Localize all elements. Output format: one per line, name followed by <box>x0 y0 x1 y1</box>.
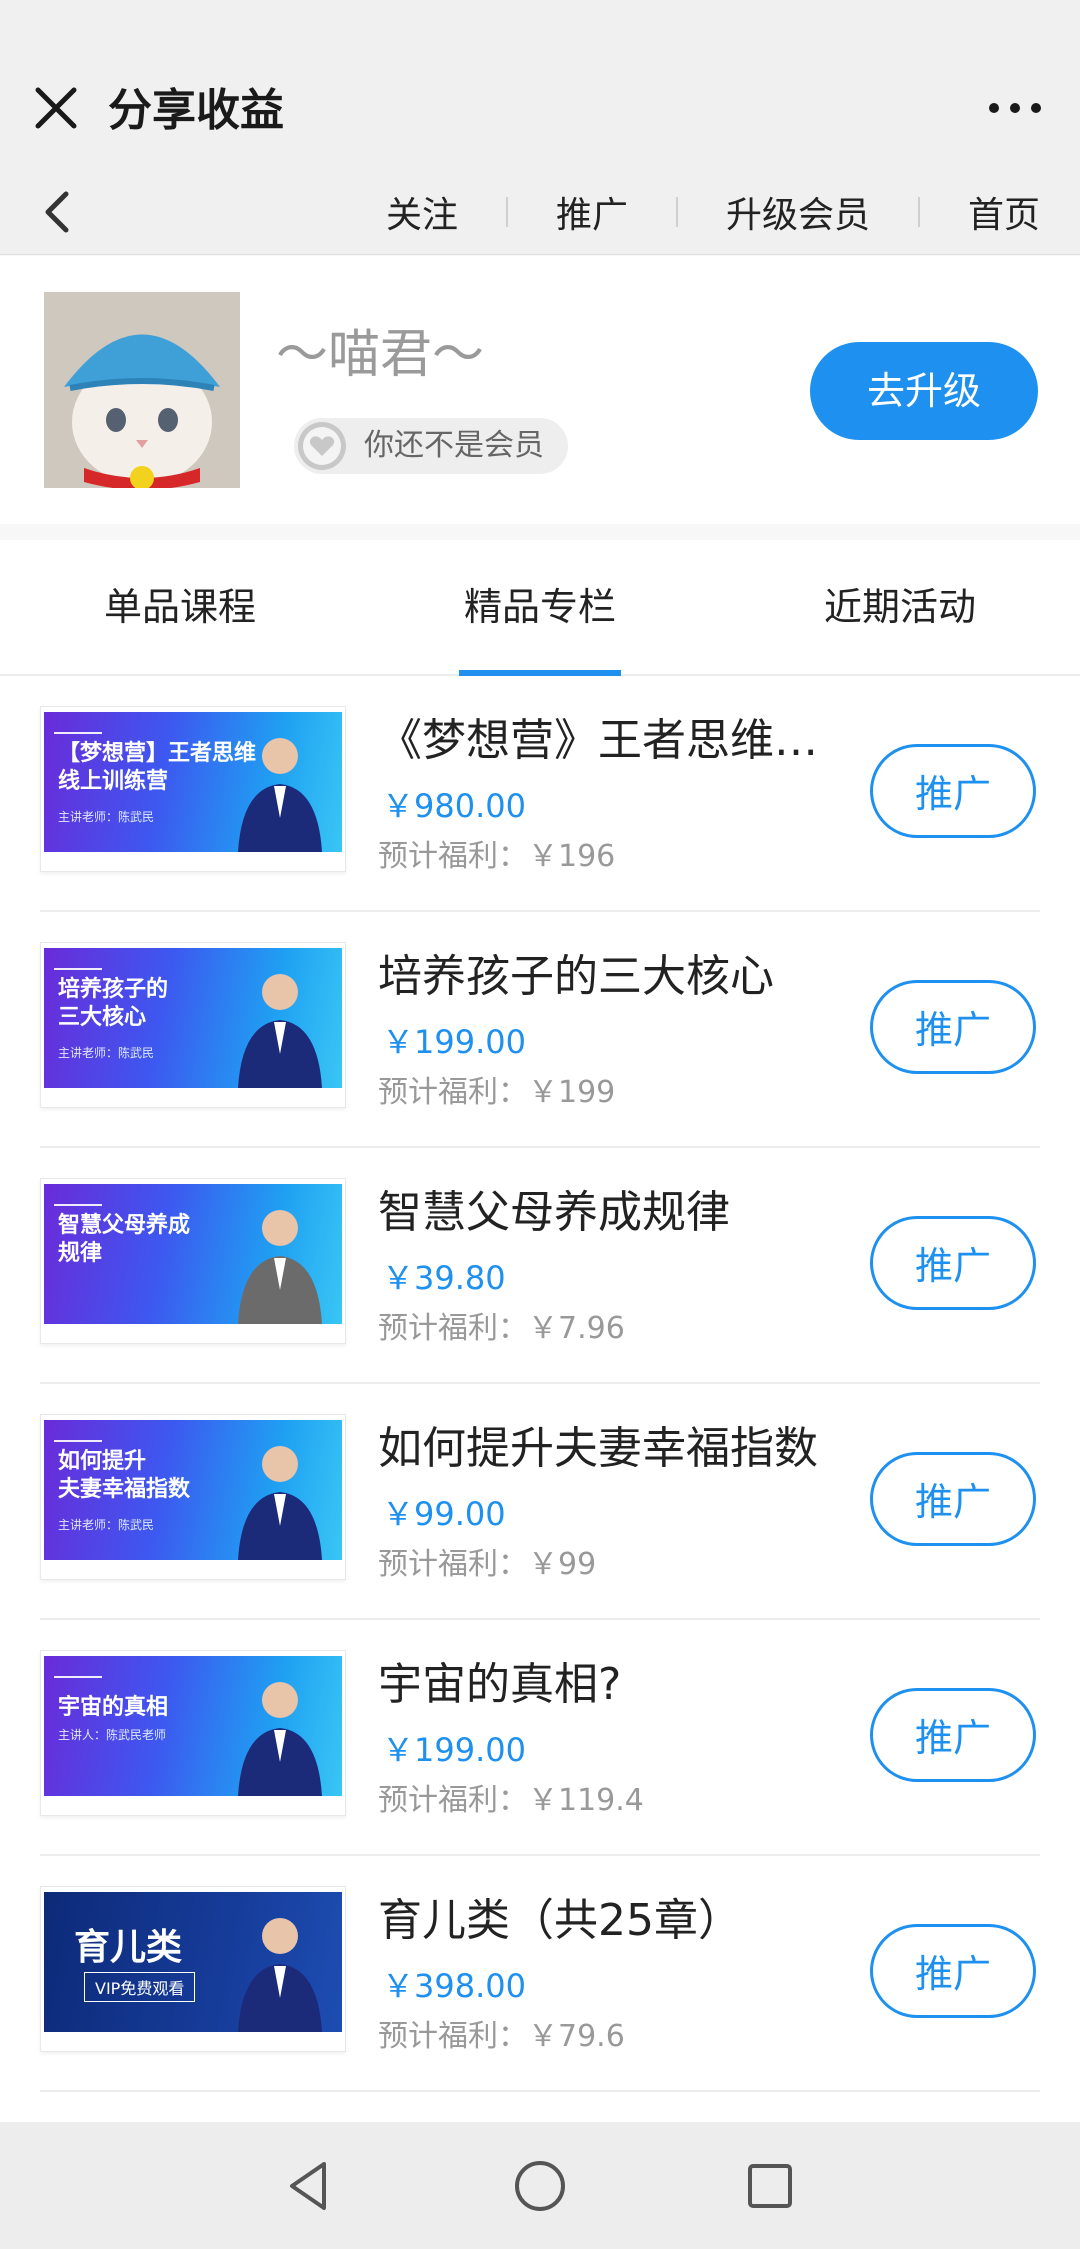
nav-link-promote[interactable]: 推广 <box>508 186 676 238</box>
tab-single-courses[interactable]: 单品课程 <box>50 540 310 674</box>
course-title: 育儿类（共25章） <box>378 1895 742 1946</box>
username: ～喵君～ <box>276 325 485 385</box>
course-thumbnail: 育儿类 VIP免费观看 <box>44 1892 342 2032</box>
course-price: ￥39.80 <box>382 1259 506 1297</box>
list-item[interactable]: 培养孩子的 三大核心 主讲老师：陈武民 培养孩子的三大核心 ￥199.00 预计… <box>0 912 1080 1148</box>
promote-button[interactable]: 推广 <box>870 1216 1036 1310</box>
course-price: ￥199.00 <box>382 1023 526 1061</box>
course-list: 【梦想营】王者思维 线上训练营 主讲老师：陈武民 《梦想营》王者思维训练营 ￥9… <box>0 676 1080 2122</box>
course-thumbnail: 培养孩子的 三大核心 主讲老师：陈武民 <box>44 948 342 1088</box>
recents-square-icon[interactable] <box>740 2156 800 2216</box>
course-thumbnail: 宇宙的真相 主讲人：陈武民老师 <box>44 1656 342 1796</box>
member-status-text: 你还不是会员 <box>364 428 544 463</box>
course-title: 智慧父母养成规律 <box>378 1187 730 1238</box>
presenter-image <box>238 1446 322 1560</box>
heart-icon <box>296 420 348 472</box>
presenter-image <box>238 1210 322 1324</box>
estimated-welfare: 预计福利：￥196 <box>378 839 616 874</box>
estimated-welfare: 预计福利：￥199 <box>378 1075 616 1110</box>
tab-premium-columns[interactable]: 精品专栏 <box>410 540 670 674</box>
upgrade-button[interactable]: 去升级 <box>810 342 1038 440</box>
nav-link-follow[interactable]: 关注 <box>338 186 506 238</box>
promote-button[interactable]: 推广 <box>870 744 1036 838</box>
estimated-welfare: 预计福利：￥7.96 <box>378 1311 625 1346</box>
course-title: 《梦想营》王者思维训练营 <box>378 715 838 766</box>
home-circle-icon[interactable] <box>510 2156 570 2216</box>
presenter-image <box>238 1682 322 1796</box>
back-chevron-icon[interactable] <box>38 186 78 238</box>
course-thumbnail: 如何提升 夫妻幸福指数 主讲老师：陈武民 <box>44 1420 342 1560</box>
estimated-welfare: 预计福利：￥79.6 <box>378 2019 625 2054</box>
divider <box>40 2090 1040 2092</box>
list-item[interactable]: 如何提升 夫妻幸福指数 主讲老师：陈武民 如何提升夫妻幸福指数 ￥99.00 预… <box>0 1384 1080 1620</box>
list-item[interactable]: 智慧父母养成 规律 智慧父母养成规律 ￥39.80 预计福利：￥7.96 推广 <box>0 1148 1080 1384</box>
course-thumbnail: 智慧父母养成 规律 <box>44 1184 342 1324</box>
system-nav-bar <box>0 2122 1080 2249</box>
nav-link-home[interactable]: 首页 <box>920 186 1080 238</box>
course-title: 宇宙的真相? <box>378 1659 622 1710</box>
course-thumbnail: 【梦想营】王者思维 线上训练营 主讲老师：陈武民 <box>44 712 342 852</box>
more-icon[interactable] <box>980 82 1050 134</box>
promote-button[interactable]: 推广 <box>870 980 1036 1074</box>
list-item[interactable]: 宇宙的真相 主讲人：陈武民老师 宇宙的真相? ￥199.00 预计福利：￥119… <box>0 1620 1080 1856</box>
page-title: 分享收益 <box>108 85 284 136</box>
presenter-image <box>238 1918 322 2032</box>
course-title: 如何提升夫妻幸福指数 <box>378 1423 818 1474</box>
course-price: ￥99.00 <box>382 1495 506 1533</box>
course-price: ￥980.00 <box>382 787 526 825</box>
presenter-image <box>238 974 322 1088</box>
tab-recent-events[interactable]: 近期活动 <box>770 540 1030 674</box>
nav-link-upgrade-member[interactable]: 升级会员 <box>678 186 918 238</box>
list-item[interactable]: 【梦想营】王者思维 线上训练营 主讲老师：陈武民 《梦想营》王者思维训练营 ￥9… <box>0 676 1080 912</box>
course-price: ￥199.00 <box>382 1731 526 1769</box>
title-bar: 分享收益 <box>0 60 1080 170</box>
estimated-welfare: 预计福利：￥119.4 <box>378 1783 644 1818</box>
profile-card: ～喵君～ 你还不是会员 去升级 <box>0 256 1080 524</box>
promote-button[interactable]: 推广 <box>870 1452 1036 1546</box>
course-title: 培养孩子的三大核心 <box>378 951 774 1002</box>
tab-bar: 单品课程 精品专栏 近期活动 <box>0 540 1080 676</box>
list-item[interactable]: 育儿类 VIP免费观看 育儿类（共25章） ￥398.00 预计福利：￥79.6… <box>0 1856 1080 2092</box>
member-status-badge: 你还不是会员 <box>294 418 568 474</box>
nav-bar: 关注 推广 升级会员 首页 <box>0 170 1080 255</box>
avatar <box>44 292 240 488</box>
estimated-welfare: 预计福利：￥99 <box>378 1547 597 1582</box>
course-price: ￥398.00 <box>382 1967 526 2005</box>
status-bar <box>0 0 1080 60</box>
promote-button[interactable]: 推广 <box>870 1688 1036 1782</box>
presenter-image <box>238 738 322 852</box>
promote-button[interactable]: 推广 <box>870 1924 1036 2018</box>
close-icon[interactable] <box>30 82 82 134</box>
back-triangle-icon[interactable] <box>280 2156 340 2216</box>
